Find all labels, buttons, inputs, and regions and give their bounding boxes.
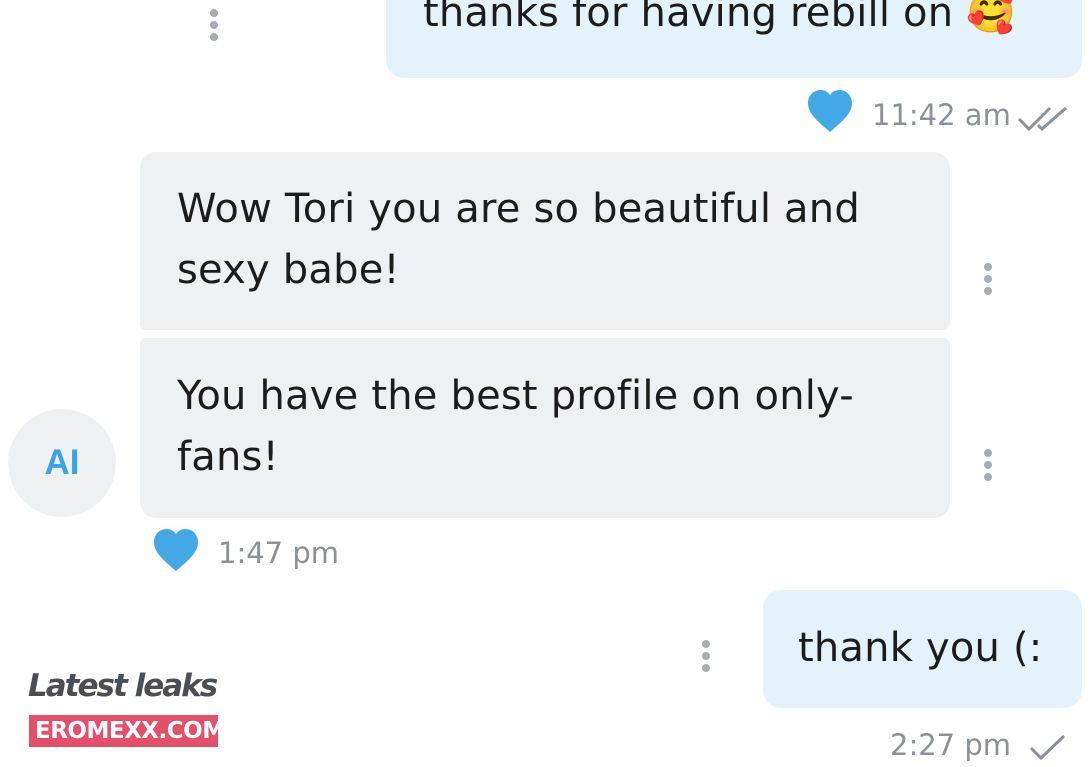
message-timestamp: 1:47 pm xyxy=(218,536,339,570)
outgoing-message-bubble[interactable]: thank you (: xyxy=(763,590,1082,708)
message-text: You have the best profile on only-fans! xyxy=(177,373,854,480)
heart-icon[interactable] xyxy=(152,527,200,573)
heart-icon[interactable] xyxy=(806,88,854,134)
double-check-icon xyxy=(1016,104,1074,134)
watermark-title: Latest leaks xyxy=(28,668,218,704)
message-text: thanks for having rebill on 🥰 xyxy=(423,0,1017,36)
outgoing-message-bubble[interactable]: thanks for having rebill on 🥰 xyxy=(386,0,1082,78)
avatar[interactable]: AI xyxy=(8,409,116,517)
message-text: thank you (: xyxy=(798,625,1043,671)
message-options-icon[interactable] xyxy=(209,9,219,41)
message-options-icon[interactable] xyxy=(983,263,993,295)
watermark-site-badge: EROMEXX.COM xyxy=(29,715,225,747)
message-options-icon[interactable] xyxy=(701,640,711,672)
message-options-icon[interactable] xyxy=(983,449,993,481)
single-check-icon xyxy=(1028,733,1068,763)
incoming-message-bubble[interactable]: You have the best profile on only-fans! xyxy=(140,338,950,518)
message-text: Wow Tori you are so beautiful and sexy b… xyxy=(177,186,860,293)
message-timestamp: 11:42 am xyxy=(872,98,1011,132)
message-timestamp: 2:27 pm xyxy=(890,728,1011,762)
incoming-message-bubble[interactable]: Wow Tori you are so beautiful and sexy b… xyxy=(140,152,950,330)
